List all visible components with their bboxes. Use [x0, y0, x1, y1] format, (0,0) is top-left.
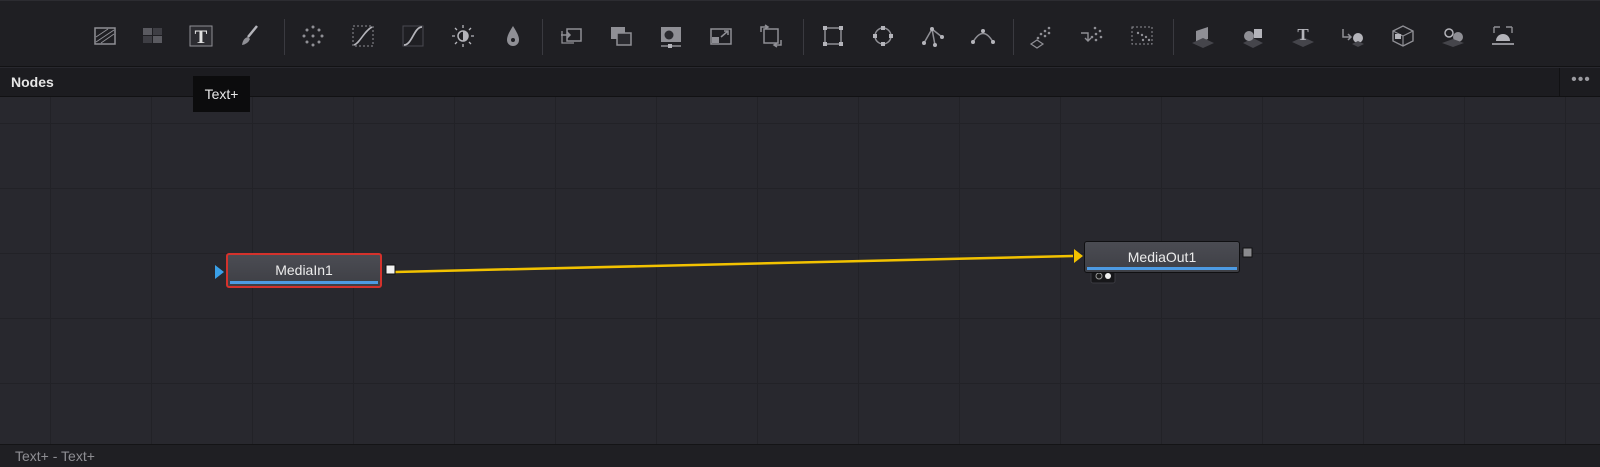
resize-icon — [710, 28, 732, 45]
text-3d-tool[interactable]: T — [1288, 21, 1318, 51]
particle-flow-icon — [1131, 26, 1153, 45]
particles-tool[interactable] — [298, 21, 328, 51]
viewer-2-dot[interactable] — [1105, 273, 1111, 279]
rectangle-mask-tool[interactable] — [818, 21, 848, 51]
camera-3d-icon — [1392, 25, 1414, 47]
background-tool[interactable] — [90, 21, 120, 51]
header-divider — [1559, 68, 1560, 97]
node-color-bar — [1087, 267, 1237, 270]
effects-toolbar: TT — [0, 0, 1600, 67]
node-color-bar — [230, 281, 378, 284]
media-out-input-arrow[interactable] — [1074, 249, 1083, 263]
brightness-contrast-tool[interactable] — [448, 21, 478, 51]
text-3d-icon: T — [1292, 25, 1314, 47]
node-label: MediaIn1 — [275, 262, 333, 278]
toolbar-separator — [803, 19, 804, 55]
text-plus-icon: T — [189, 25, 213, 48]
panel-title: Nodes — [11, 74, 54, 90]
polygon-mask-tool[interactable] — [918, 21, 948, 51]
transform-tool[interactable] — [756, 21, 786, 51]
fast-noise-icon — [143, 28, 162, 43]
merge-3d-icon — [1342, 29, 1364, 47]
camera-3d-tool[interactable] — [1388, 21, 1418, 51]
blur-drop-icon — [507, 26, 519, 46]
connection-line[interactable] — [394, 254, 1074, 274]
ellipse-mask-tool[interactable] — [868, 21, 898, 51]
toolbar-separator — [542, 19, 543, 55]
brightness-contrast-icon — [452, 25, 474, 47]
color-curves-tool[interactable] — [348, 21, 378, 51]
background-icon — [94, 27, 116, 45]
status-text: Text+ - Text+ — [15, 448, 95, 464]
matte-control-icon — [661, 27, 681, 48]
polygon-mask-icon — [922, 27, 944, 47]
media-out-node[interactable]: MediaOut1 — [1084, 241, 1240, 273]
resize-tool[interactable] — [706, 21, 736, 51]
toolbar-separator — [1173, 19, 1174, 55]
renderer-3d-icon — [1442, 28, 1464, 47]
more-options-icon[interactable]: ••• — [1568, 71, 1594, 91]
channel-booleans-tool[interactable] — [606, 21, 636, 51]
renderer-3d-tool[interactable] — [1438, 21, 1468, 51]
paint-tool[interactable] — [235, 21, 265, 51]
shape-3d-icon — [1243, 29, 1263, 48]
channel-booleans-icon — [611, 27, 632, 46]
spotlight-3d-icon — [1492, 26, 1514, 45]
svg-text:T: T — [195, 27, 208, 48]
media-in-node[interactable]: MediaIn1 — [226, 253, 382, 288]
blur-tool[interactable] — [498, 21, 528, 51]
status-bar: Text+ - Text+ — [0, 444, 1600, 467]
bspline-mask-tool[interactable] — [968, 21, 998, 51]
bspline-mask-icon — [971, 29, 995, 44]
media-out-output-port[interactable] — [1242, 247, 1253, 258]
media-in-output-port[interactable] — [385, 264, 396, 275]
color-corrector-icon — [402, 25, 424, 47]
transform-icon — [760, 24, 782, 48]
image-plane-3d-icon — [1192, 27, 1214, 48]
svg-text:T: T — [1297, 25, 1309, 44]
viewer-1-dot[interactable] — [1095, 272, 1103, 280]
node-label: MediaOut1 — [1127, 249, 1197, 265]
particles-icon — [302, 25, 324, 47]
particle-render-icon — [1081, 26, 1103, 42]
tooltip: Text+ — [193, 76, 250, 112]
media-in-input-arrow[interactable] — [215, 265, 224, 279]
rectangle-mask-icon — [823, 26, 843, 46]
toolbar-separator — [1013, 19, 1014, 55]
merge-3d-tool[interactable] — [1338, 21, 1368, 51]
merge-icon — [561, 28, 582, 44]
particle-render-tool[interactable] — [1077, 21, 1107, 51]
particle-emitter-tool[interactable] — [1027, 21, 1057, 51]
color-corrector-tool[interactable] — [398, 21, 428, 51]
spotlight-3d-tool[interactable] — [1488, 21, 1518, 51]
fast-noise-tool[interactable] — [138, 21, 168, 51]
ellipse-mask-icon — [873, 26, 893, 46]
particle-flow-tool[interactable] — [1127, 21, 1157, 51]
particle-emitter-icon — [1029, 26, 1051, 49]
merge-tool[interactable] — [556, 21, 586, 51]
image-plane-3d-tool[interactable] — [1188, 21, 1218, 51]
paint-brush-icon — [242, 25, 258, 45]
text-plus-tool[interactable]: T — [186, 21, 216, 51]
matte-control-tool[interactable] — [656, 21, 686, 51]
curves-icon — [352, 25, 374, 47]
toolbar-separator — [284, 19, 285, 55]
shape-3d-tool[interactable] — [1238, 21, 1268, 51]
